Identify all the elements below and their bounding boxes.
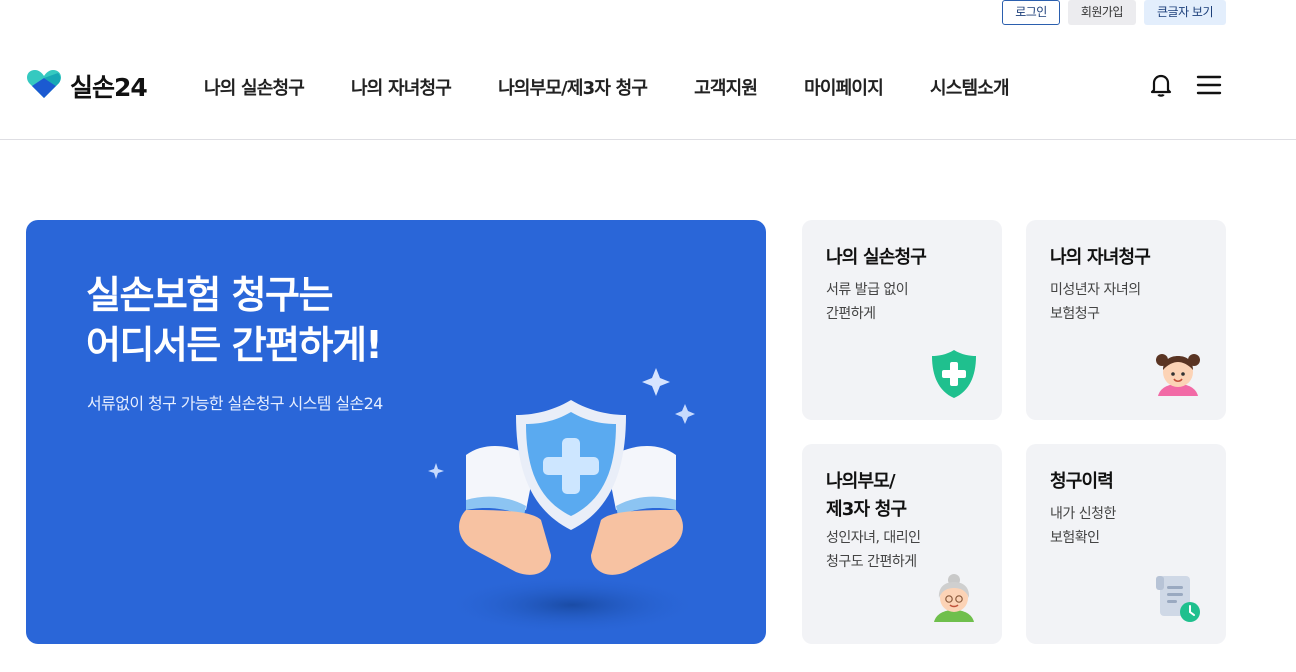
login-button[interactable]: 로그인: [1002, 0, 1060, 25]
nav-child-claim[interactable]: 나의 자녀청구: [351, 74, 452, 100]
logo-text: 실손24: [70, 73, 148, 102]
card-child-claim[interactable]: 나의 자녀청구 미성년자 자녀의 보험청구: [1026, 220, 1226, 420]
nav-my-claim[interactable]: 나의 실손청구: [204, 74, 305, 100]
document-clock-icon: [1154, 572, 1202, 624]
signup-button[interactable]: 회원가입: [1067, 0, 1136, 25]
hero-title: 실손보험 청구는 어디서든 간편하게!: [86, 273, 383, 367]
main-nav: 나의 실손청구 나의 자녀청구 나의부모/제3자 청구 고객지원 마이페이지 시…: [204, 74, 1010, 100]
grandmother-icon: [930, 572, 978, 624]
heart-logo-icon: [26, 68, 62, 104]
nav-support[interactable]: 고객지원: [694, 74, 758, 100]
nav-mypage[interactable]: 마이페이지: [804, 74, 884, 100]
nav-parent-claim[interactable]: 나의부모/제3자 청구: [498, 74, 648, 100]
hero-banner: 실손보험 청구는 어디서든 간편하게! 서류없이 청구 가능한 실손청구 시스템…: [26, 220, 766, 644]
nav-about[interactable]: 시스템소개: [930, 74, 1010, 100]
utility-bar: 로그인 회원가입 큰글자 보기: [1002, 0, 1226, 25]
green-shield-plus-icon: [930, 348, 978, 400]
hands-holding-shield-icon: [426, 360, 716, 640]
card-my-claim[interactable]: 나의 실손청구 서류 발급 없이 간편하게: [802, 220, 1002, 420]
bell-icon[interactable]: [1148, 72, 1174, 98]
header-icons: [1148, 72, 1222, 98]
card-claim-history[interactable]: 청구이력 내가 신청한 보험확인: [1026, 444, 1226, 644]
menu-icon[interactable]: [1196, 72, 1222, 98]
large-text-button[interactable]: 큰글자 보기: [1143, 0, 1226, 25]
child-girl-icon: [1154, 348, 1202, 400]
card-parent-claim[interactable]: 나의부모/ 제3자 청구 성인자녀, 대리인 청구도 간편하게: [802, 444, 1002, 644]
hero-subtitle: 서류없이 청구 가능한 실손청구 시스템 실손24: [87, 394, 383, 413]
site-logo[interactable]: 실손24: [26, 68, 148, 104]
site-header: 실손24 나의 실손청구 나의 자녀청구 나의부모/제3자 청구 고객지원 마이…: [0, 38, 1296, 140]
